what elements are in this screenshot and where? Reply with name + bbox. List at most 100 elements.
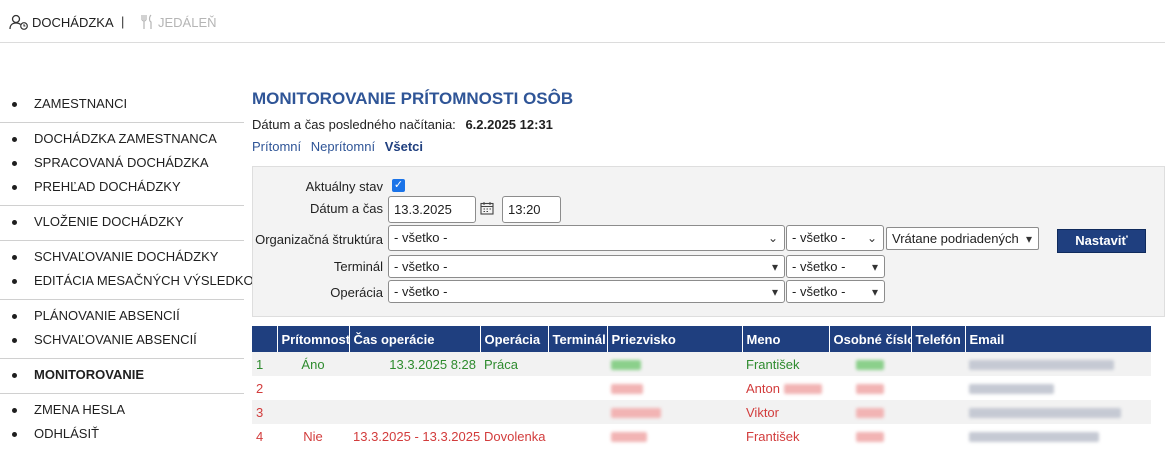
row-operation-time [349, 376, 480, 400]
row-first-name: Viktor [742, 400, 829, 424]
operation-sub-select[interactable]: - všetko - ▾ [786, 280, 885, 303]
last-load-label: Dátum a čas posledného načítania: [252, 117, 456, 132]
org-structure-select[interactable]: - všetko - ⌄ [388, 225, 785, 251]
terminal-sub-value: - všetko - [792, 259, 846, 274]
row-surname-redacted [607, 400, 742, 424]
sidebar-item-attendance-overview[interactable]: PREHĽAD DOCHÁDZKY [0, 175, 244, 199]
last-load-value: 6.2.2025 12:31 [465, 117, 553, 132]
row-first-name-cell: Anton [742, 376, 829, 400]
redacted-text [856, 384, 884, 395]
table-row[interactable]: 4 Nie 13.3.2025 - 13.3.2025 Dovolenka Fr… [252, 424, 1151, 448]
col-header-terminal[interactable]: Terminál [548, 326, 608, 352]
table-row[interactable]: 1 Áno 13.3.2025 8:28 Práca František [252, 352, 1151, 376]
col-header-presence[interactable]: Prítomnosť [277, 326, 350, 352]
filter-link-present[interactable]: Prítomní [252, 139, 301, 154]
chevron-down-icon: ▾ [771, 285, 778, 299]
time-input[interactable] [502, 196, 561, 223]
row-personal-number-redacted [829, 352, 911, 376]
apply-filter-button[interactable]: Nastaviť [1057, 229, 1146, 253]
filter-link-all[interactable]: Všetci [385, 139, 423, 154]
date-input[interactable] [388, 196, 476, 223]
org-scope-value: Vrátane podriadených [892, 231, 1019, 246]
redacted-text [783, 384, 822, 395]
col-header-index[interactable] [252, 326, 278, 352]
org-structure-label: Organizačná štruktúra [255, 232, 383, 247]
table-row[interactable]: 3 Viktor [252, 400, 1151, 424]
redacted-text [969, 384, 1054, 395]
sidebar-group: SCHVAĽOVANIE DOCHÁDZKY EDITÁCIA MESAČNÝC… [0, 241, 262, 300]
page-title: MONITOROVANIE PRÍTOMNOSTI OSÔB [252, 89, 574, 108]
row-personal-number-redacted [829, 424, 911, 448]
topbar-separator: | [121, 14, 125, 29]
terminal-select[interactable]: - všetko - ▾ [388, 255, 785, 278]
redacted-text [969, 408, 1121, 419]
org-structure-value: - všetko - [394, 230, 448, 245]
chevron-down-icon: ⌄ [866, 231, 877, 245]
sidebar-item-plan-absences[interactable]: PLÁNOVANIE ABSENCIÍ [0, 304, 244, 328]
redacted-text [856, 360, 884, 371]
row-presence: Áno [277, 352, 349, 376]
col-header-personal-number[interactable]: Osobné číslo [829, 326, 912, 352]
chevron-down-icon: ⌄ [767, 231, 778, 245]
redacted-text [611, 360, 641, 371]
filter-link-absent[interactable]: Neprítomní [311, 139, 375, 154]
redacted-text [969, 432, 1099, 443]
row-first-name: František [742, 352, 829, 376]
sidebar-item-insert-attendance[interactable]: VLOŽENIE DOCHÁDZKY [0, 210, 244, 234]
sidebar-group: ZAMESTNANCI [0, 88, 244, 123]
row-operation-time [349, 400, 480, 424]
sidebar-item-approve-attendance[interactable]: SCHVAĽOVANIE DOCHÁDZKY [0, 245, 244, 269]
current-state-label: Aktuálny stav [305, 179, 383, 194]
operation-label: Operácia [330, 285, 383, 300]
canteen-module-link[interactable]: JEDÁLEŇ [139, 14, 217, 30]
table-row[interactable]: 2 Anton [252, 376, 1151, 400]
sidebar-item-edit-monthly-results[interactable]: EDITÁCIA MESAČNÝCH VÝSLEDKOV [0, 269, 262, 293]
row-presence [277, 400, 349, 424]
col-header-phone[interactable]: Telefón [911, 326, 966, 352]
attendance-module-link[interactable]: DOCHÁDZKA [9, 14, 114, 30]
datetime-label: Dátum a čas [310, 201, 383, 216]
col-header-surname[interactable]: Priezvisko [607, 326, 743, 352]
row-index: 3 [252, 400, 277, 424]
row-phone [911, 352, 965, 376]
redacted-text [856, 432, 884, 443]
org-structure-sub-select[interactable]: - všetko - ⌄ [786, 225, 884, 251]
terminal-sub-select[interactable]: - všetko - ▾ [786, 255, 885, 278]
row-surname-redacted [607, 376, 742, 400]
last-load-info: Dátum a čas posledného načítania: 6.2.20… [252, 116, 1165, 134]
operation-value: - všetko - [394, 284, 448, 299]
row-first-name: František [742, 424, 829, 448]
row-phone [911, 376, 965, 400]
row-email-redacted [965, 376, 1151, 400]
sidebar-item-monitoring[interactable]: MONITOROVANIE [0, 363, 244, 387]
current-state-checkbox[interactable]: ✓ [392, 179, 405, 192]
org-scope-select[interactable]: Vrátane podriadených ▾ [886, 227, 1039, 250]
row-operation [480, 376, 548, 400]
row-surname-redacted [607, 424, 742, 448]
row-operation [480, 400, 548, 424]
row-email-redacted [965, 424, 1151, 448]
sidebar-group: ZMENA HESLA ODHLÁSIŤ [0, 394, 244, 452]
row-email-redacted [965, 400, 1151, 424]
row-operation: Práca [480, 352, 548, 376]
col-header-operation[interactable]: Operácia [480, 326, 549, 352]
redacted-text [969, 360, 1114, 371]
sidebar-item-change-password[interactable]: ZMENA HESLA [0, 398, 244, 422]
sidebar-item-employees[interactable]: ZAMESTNANCI [0, 92, 244, 116]
row-operation-time: 13.3.2025 - 13.3.2025 [349, 424, 480, 448]
operation-select[interactable]: - všetko - ▾ [388, 280, 785, 303]
row-phone [911, 424, 965, 448]
col-header-email[interactable]: Email [965, 326, 1152, 352]
sidebar-item-employee-attendance[interactable]: DOCHÁDZKA ZAMESTNANCA [0, 127, 244, 151]
sidebar-item-logout[interactable]: ODHLÁSIŤ [0, 422, 244, 446]
calendar-icon[interactable] [480, 201, 494, 218]
chevron-down-icon: ▾ [871, 260, 878, 274]
sidebar-item-processed-attendance[interactable]: SPRACOVANÁ DOCHÁDZKA [0, 151, 244, 175]
col-header-operation-time[interactable]: Čas operácie [349, 326, 481, 352]
col-header-first-name[interactable]: Meno [742, 326, 830, 352]
row-index: 2 [252, 376, 277, 400]
sidebar-item-approve-absences[interactable]: SCHVAĽOVANIE ABSENCIÍ [0, 328, 244, 352]
row-operation: Dovolenka [480, 424, 548, 448]
sidebar-group: DOCHÁDZKA ZAMESTNANCA SPRACOVANÁ DOCHÁDZ… [0, 123, 244, 206]
row-personal-number-redacted [829, 376, 911, 400]
